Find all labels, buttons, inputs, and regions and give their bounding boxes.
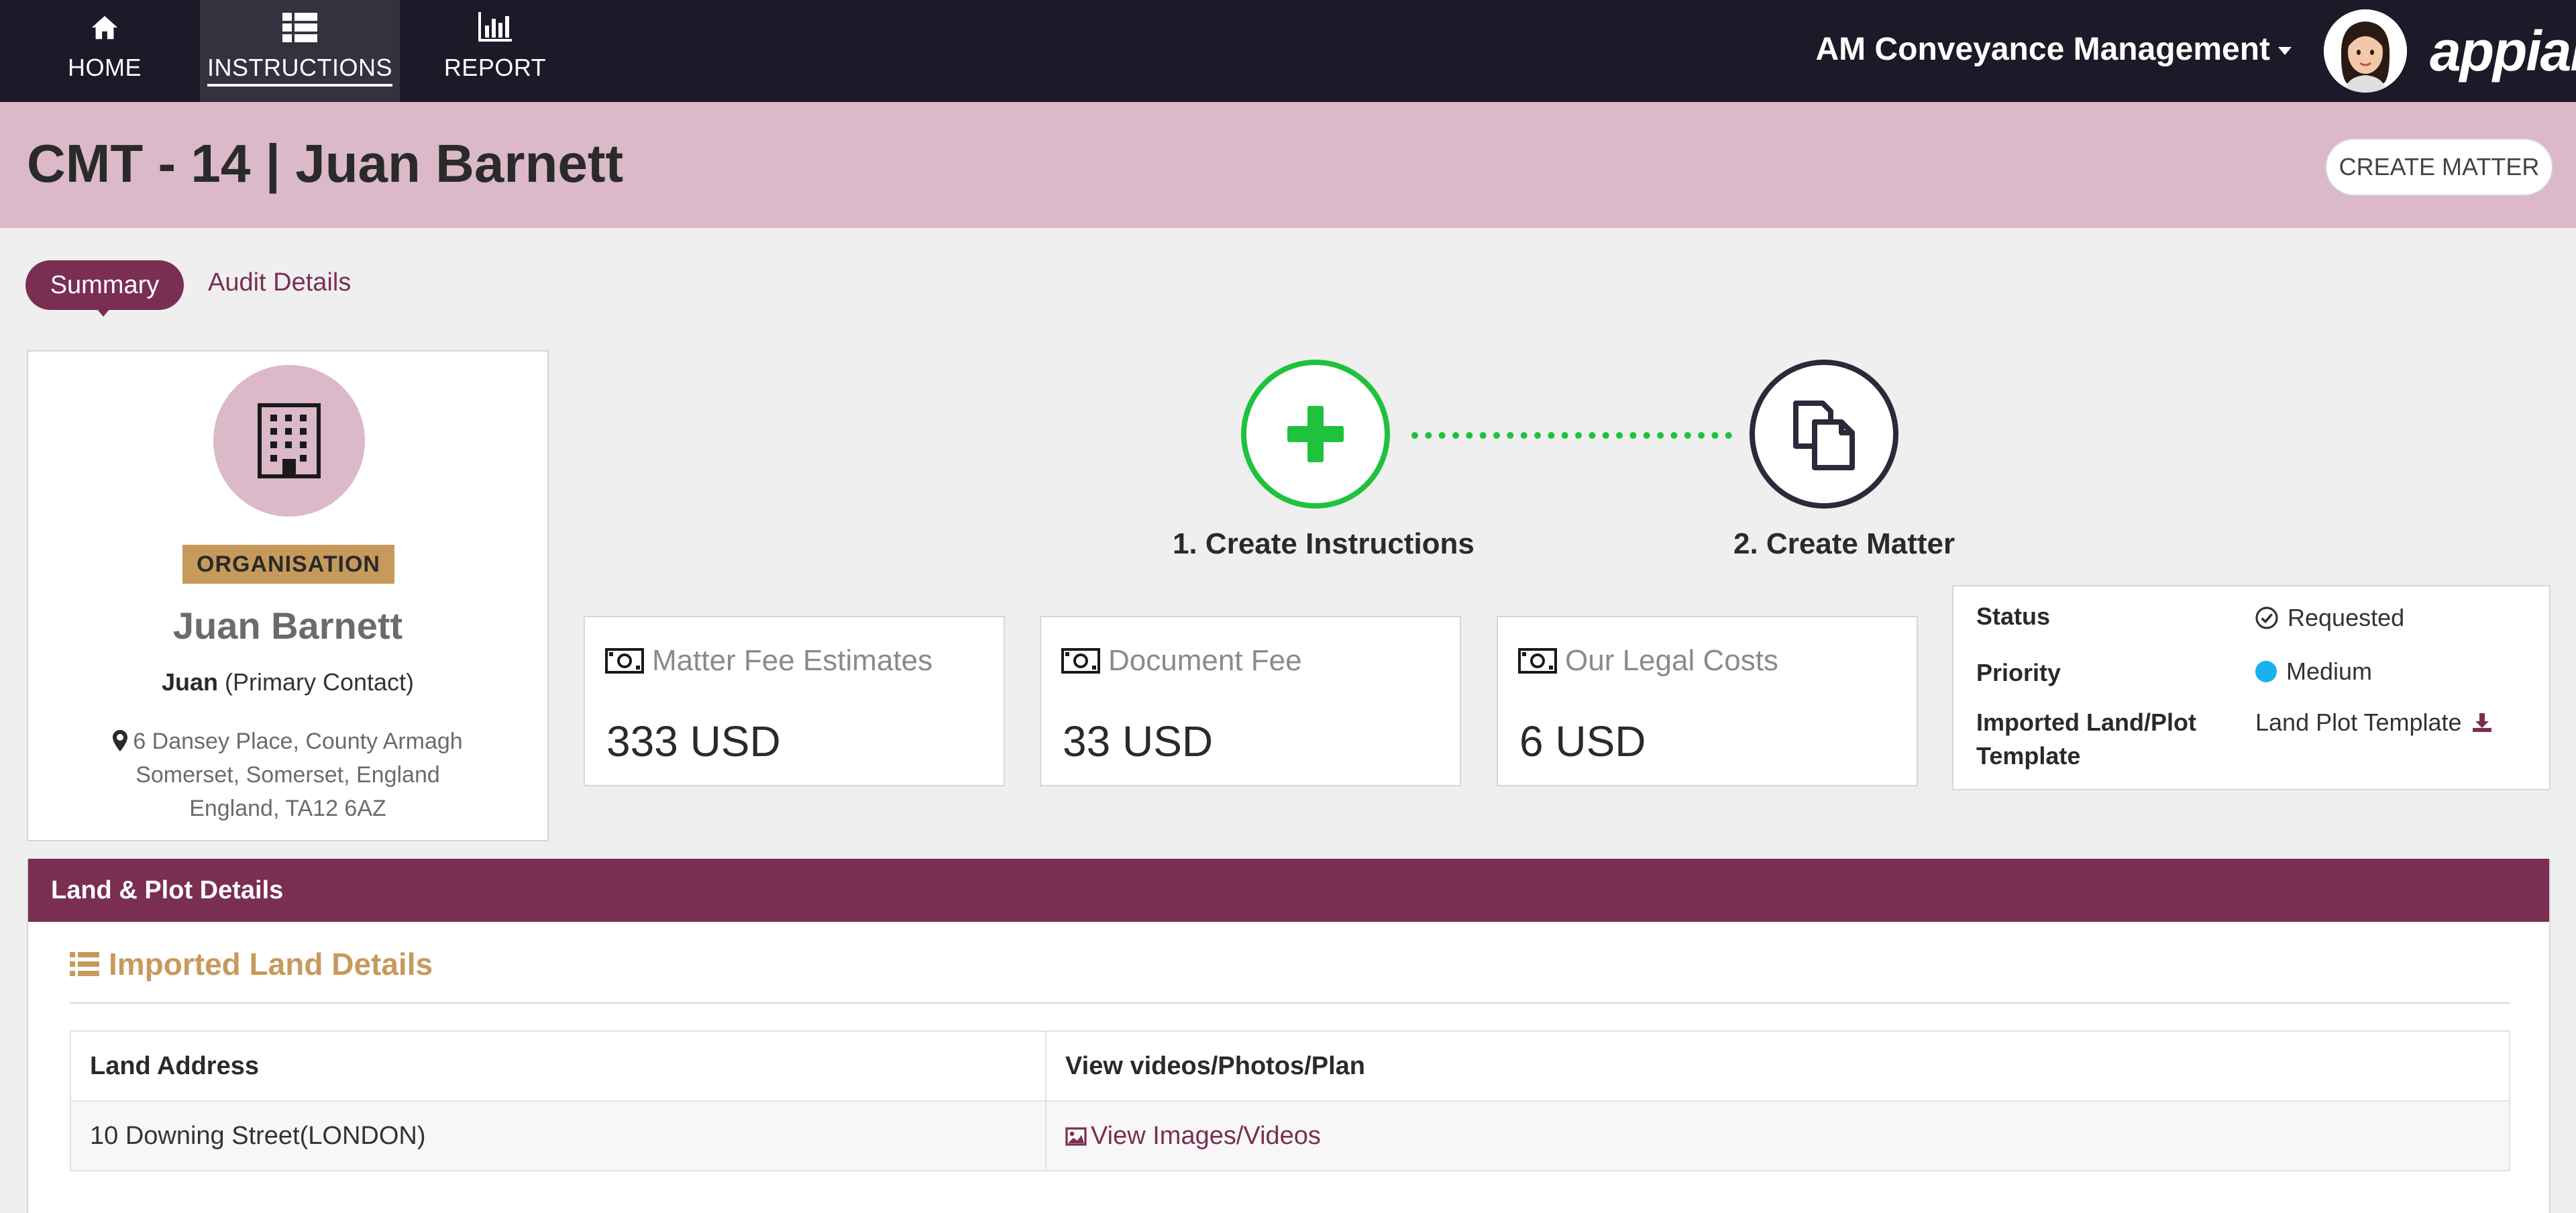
plus-icon	[1287, 406, 1344, 462]
map-marker-icon	[113, 730, 128, 751]
fee-label: Document Fee	[1108, 644, 1302, 677]
primary-contact-role: (Primary Contact)	[225, 668, 415, 696]
view-media-cell: View Images/Videos	[1045, 1100, 2510, 1171]
page-header: CMT - 14 | Juan Barnett CREATE MATTER	[0, 102, 2576, 228]
contact-card: ORGANISATION Juan Barnett Juan (Primary …	[27, 350, 549, 841]
view-images-link[interactable]: View Images/Videos	[1065, 1122, 1321, 1150]
tab-summary[interactable]: Summary	[25, 260, 184, 317]
priority-dot-icon	[2255, 661, 2277, 682]
home-icon	[9, 12, 200, 47]
contact-name: Juan Barnett	[172, 604, 403, 647]
fee-card-our-legal-costs: Our Legal Costs 6 USD	[1497, 616, 1918, 786]
step-create-matter[interactable]	[1750, 360, 1898, 509]
contact-address: 6 Dansey Place, County Armagh Somerset, …	[42, 725, 534, 825]
organisation-badge: ORGANISATION	[182, 545, 394, 584]
fee-label: Matter Fee Estimates	[652, 644, 933, 677]
divider	[70, 1002, 2510, 1004]
appian-logo: appian	[2430, 19, 2576, 83]
fee-value: 33 USD	[1063, 717, 1214, 766]
step-connector	[1411, 432, 1732, 439]
money-icon	[1061, 648, 1100, 674]
fee-value: 6 USD	[1519, 717, 1646, 766]
fee-card-matter-fee-estimates: Matter Fee Estimates 333 USD	[584, 616, 1005, 786]
primary-contact: Juan (Primary Contact)	[28, 668, 547, 696]
land-section-header: Land & Plot Details	[28, 859, 2549, 922]
nav-home-label: HOME	[68, 54, 142, 81]
building-icon	[258, 403, 321, 478]
fee-value: 333 USD	[606, 717, 781, 766]
land-address-cell: 10 Downing Street(LONDON)	[70, 1100, 1046, 1171]
user-avatar[interactable]	[2324, 9, 2407, 93]
status-value: Requested	[2255, 604, 2404, 632]
fee-label: Our Legal Costs	[1565, 644, 1778, 677]
step1-label: 1. Create Instructions	[1173, 527, 1474, 560]
address-line-3: England, TA12 6AZ	[189, 796, 386, 821]
primary-contact-name: Juan	[161, 668, 218, 696]
priority-value: Medium	[2255, 657, 2372, 686]
status-card: Status Requested Priority Medium Importe…	[1952, 585, 2551, 790]
image-icon	[1065, 1126, 1087, 1146]
create-matter-button[interactable]: CREATE MATTER	[2325, 138, 2553, 196]
address-line-2: Somerset, Somerset, England	[136, 762, 440, 788]
land-plot-section: Land & Plot Details Imported Land Detail…	[27, 859, 2551, 1213]
template-key: Imported Land/Plot Template	[1976, 708, 2196, 770]
column-header-land-address: Land Address	[70, 1031, 1046, 1102]
step-create-instructions[interactable]	[1241, 360, 1390, 509]
priority-key: Priority	[1976, 659, 2061, 686]
money-icon	[1518, 648, 1557, 674]
nav-report-label: REPORT	[443, 54, 547, 81]
app-name-label: AM Conveyance Management	[1815, 32, 2270, 67]
status-key: Status	[1976, 602, 2051, 630]
tab-audit-details[interactable]: Audit Details	[208, 268, 351, 297]
imported-land-title-text: Imported Land Details	[109, 947, 433, 982]
nav-report[interactable]: REPORT	[400, 0, 590, 102]
money-icon	[605, 648, 644, 674]
check-circle-icon	[2255, 606, 2278, 629]
land-table: Land Address View videos/Photos/Plan 10 …	[70, 1031, 2510, 1171]
bar-chart-icon	[400, 12, 590, 47]
nav-home[interactable]: HOME	[9, 0, 200, 102]
nav-instructions[interactable]: INSTRUCTIONS	[200, 0, 400, 102]
step2-label: 2. Create Matter	[1733, 527, 1955, 560]
download-icon	[2472, 713, 2491, 732]
app-switcher[interactable]: AM Conveyance Management	[1815, 31, 2292, 68]
address-line-1: 6 Dansey Place, County Armagh	[133, 729, 463, 754]
priority-text: Medium	[2286, 657, 2373, 685]
nav-instructions-label: INSTRUCTIONS	[207, 54, 392, 87]
chevron-down-icon	[2278, 47, 2292, 56]
fee-card-document-fee: Document Fee 33 USD	[1040, 616, 1461, 786]
template-link-text: Land Plot Template	[2255, 708, 2462, 736]
list-icon	[200, 12, 400, 47]
organisation-avatar	[213, 365, 365, 517]
top-navigation-bar: HOME INSTRUCTIONS REPORT AM Conveyance M…	[0, 0, 2576, 102]
view-images-link-text: View Images/Videos	[1091, 1121, 1321, 1150]
table-row: 10 Downing Street(LONDON) View Images/Vi…	[70, 1100, 2510, 1171]
copy-documents-icon	[1793, 401, 1855, 470]
column-header-view-media: View videos/Photos/Plan	[1045, 1031, 2510, 1102]
imported-land-title: Imported Land Details	[70, 946, 433, 982]
page-title: CMT - 14 | Juan Barnett	[27, 134, 624, 193]
template-link[interactable]: Land Plot Template	[2255, 708, 2493, 737]
list-icon	[70, 952, 99, 976]
status-text: Requested	[2288, 604, 2405, 631]
table-header-row: Land Address View videos/Photos/Plan	[70, 1031, 2510, 1102]
